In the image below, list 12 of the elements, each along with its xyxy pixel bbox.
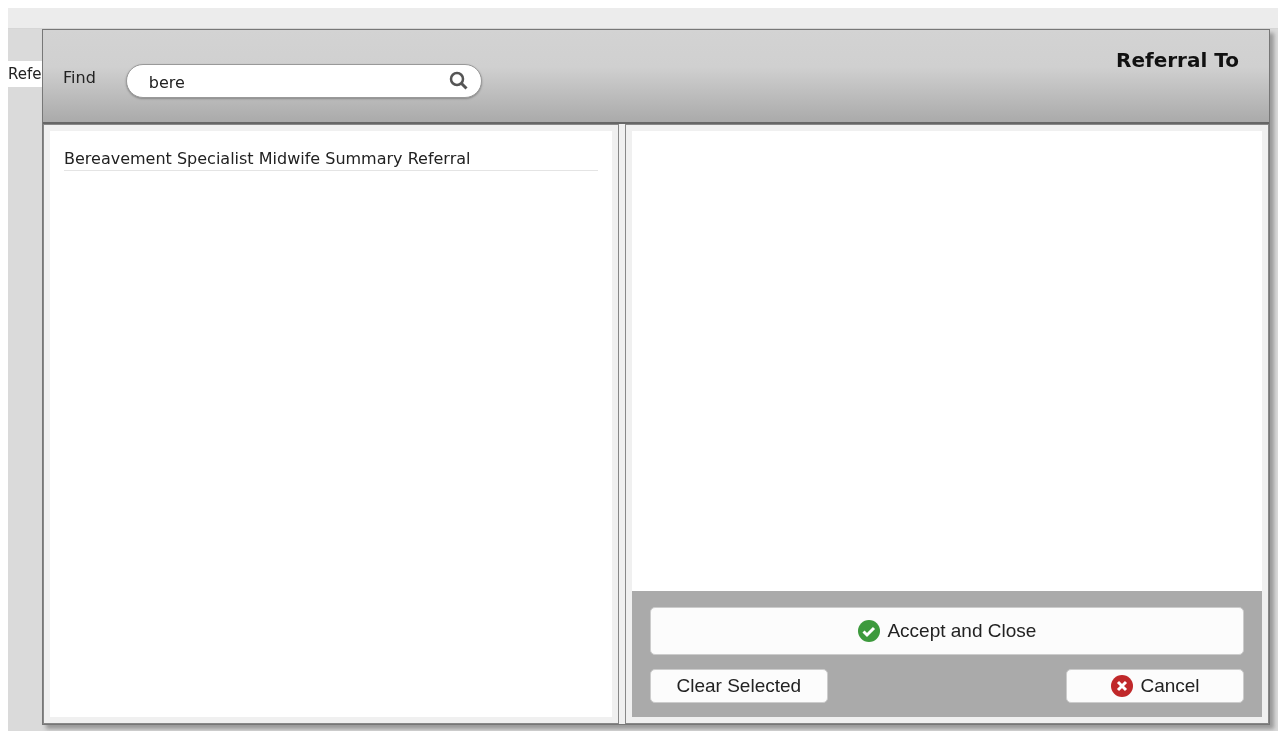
clear-selected-button[interactable]: Clear Selected [649,669,828,703]
dialog-title: Referral To [1116,48,1239,72]
close-icon [1110,674,1135,698]
accept-button[interactable]: Accept and Close [649,607,1244,655]
cancel-button[interactable]: Cancel [1066,669,1244,703]
search-icon [448,71,469,91]
list-item[interactable]: Bereavement Specialist Midwife Summary Referral [64,149,598,171]
find-label: Find [63,68,96,87]
checkmark-icon [857,619,882,643]
search-input[interactable]: bere [146,69,449,93]
tab[interactable]: Refe [8,61,42,87]
search-field[interactable]: bere [125,64,482,98]
